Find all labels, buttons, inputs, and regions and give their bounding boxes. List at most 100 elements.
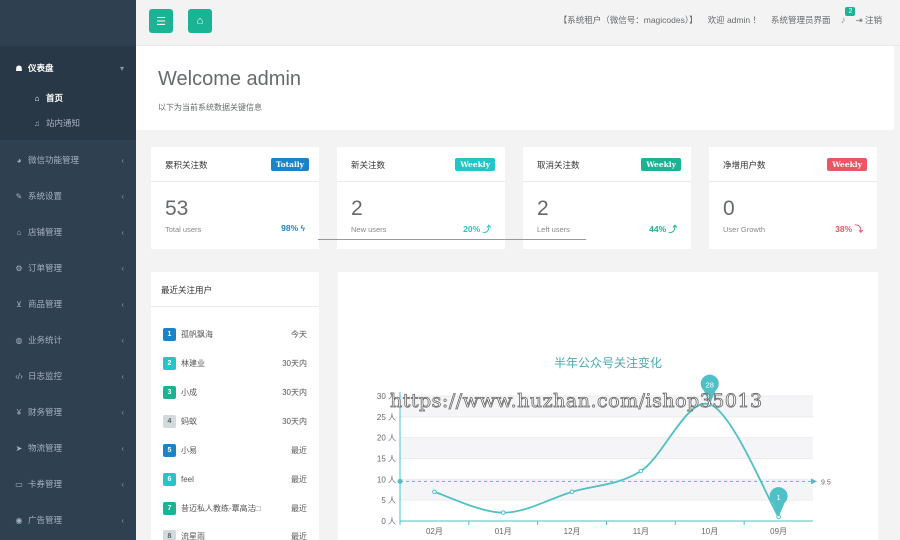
x-tick-label: 09月 (770, 527, 787, 536)
list-item[interactable]: 5 小易 最近 (163, 442, 307, 458)
dashboard-icon: ☗ (15, 63, 23, 73)
admin-link[interactable]: 系统管理员界面 (771, 14, 831, 26)
sidebar: ☗ 仪表盘 ▾ ⌂ 首页 ♫ 站内通知 ◕ 微信功能管理 ‹ ✎ 系统设置 ‹ ⌂ 店铺管… (0, 0, 136, 540)
divider (318, 239, 586, 240)
stat-label: Weekly (641, 158, 681, 171)
nav-settings[interactable]: ✎ 系统设置 ‹ (0, 186, 136, 206)
list-item[interactable]: 6 feel 最近 (163, 471, 307, 487)
nav-stats[interactable]: ◍ 业务统计 ‹ (0, 330, 136, 350)
x-tick-label: 10月 (701, 527, 718, 536)
menu-icon: ☰ (156, 15, 166, 28)
divider (523, 181, 691, 182)
stat-value: 2 (351, 197, 363, 220)
y-tick-label: 25 人 (377, 413, 396, 422)
chevron-left-icon: ‹ (121, 227, 124, 237)
chevron-left-icon: ‹ (121, 479, 124, 489)
bell-icon: ♫ (34, 118, 40, 128)
markline-label: 9.5 (821, 479, 831, 486)
watermark: https://www.huzhan.com/ishop35013 (390, 390, 763, 413)
list-item[interactable]: 7 昔迈私人教练-覃高洁□ 最近 (163, 500, 307, 516)
stat-value: 53 (165, 197, 189, 220)
stat-card-growth: 净增用户数 Weekly 0 User Growth 38% ⤵ (709, 147, 877, 249)
list-item[interactable]: 4 蚂蚁 30天内 (163, 413, 307, 429)
nav-products[interactable]: ⊻ 商品管理 ‹ (0, 294, 136, 314)
topbar: ☰ ⌂ 【系统租户（微信号：magicodes）】 欢迎 admin ！ 系统管… (136, 0, 900, 46)
panel-title: 最近关注用户 (161, 285, 213, 295)
stat-sub: New users (351, 225, 387, 234)
divider (151, 306, 319, 307)
data-point (569, 489, 575, 495)
y-tick-label: 15 人 (377, 455, 396, 464)
nav-notifications[interactable]: ♫ 站内通知 (0, 113, 136, 133)
notification-badge: 2 (845, 6, 856, 16)
chevron-down-icon: ▾ (119, 63, 124, 73)
home-icon: ⌂ (34, 93, 40, 103)
y-tick-label: 20 人 (377, 434, 396, 443)
welcome-text: 欢迎 admin ！ (707, 15, 761, 25)
divider (709, 181, 877, 182)
nav-logs[interactable]: ‹/› 日志监控 ‹ (0, 366, 136, 386)
home-button[interactable]: ⌂ (188, 9, 212, 33)
stat-sub: Left users (537, 225, 570, 234)
stat-title: 净增用户数 (723, 160, 766, 170)
bell-icon: ♪ (840, 14, 846, 26)
topbar-right: 【系统租户（微信号：magicodes）】 欢迎 admin ！ 系统管理员界面… (559, 6, 882, 26)
stat-title: 取消关注数 (537, 160, 580, 170)
stat-sub: User Growth (723, 225, 766, 234)
nav-orders[interactable]: ⚙ 订单管理 ‹ (0, 258, 136, 278)
globe-icon: ◍ (15, 335, 23, 345)
stat-title: 新关注数 (351, 160, 386, 170)
nav-finance[interactable]: ¥ 财务管理 ‹ (0, 402, 136, 422)
stat-percent: 98% ϟ (281, 223, 305, 233)
stat-card-total: 累积关注数 Totally 53 Total users 98% ϟ (151, 147, 319, 249)
list-item[interactable]: 1 孤帆飘海 今天 (163, 326, 307, 342)
nav-ads[interactable]: ◉ 广告管理 ‹ (0, 510, 136, 530)
nav-logistics[interactable]: ➤ 物流管理 ‹ (0, 438, 136, 458)
divider (337, 181, 505, 182)
chevron-left-icon: ‹ (121, 191, 124, 201)
chevron-left-icon: ‹ (121, 371, 124, 381)
stat-value: 0 (723, 197, 735, 220)
menu-toggle-button[interactable]: ☰ (149, 9, 173, 33)
nav-coupons[interactable]: ▭ 卡券管理 ‹ (0, 474, 136, 494)
stat-value: 2 (537, 197, 549, 220)
data-point (432, 489, 437, 495)
cogs-icon: ⚙ (15, 263, 23, 273)
nav-store[interactable]: ⌂ 店铺管理 ‹ (0, 222, 136, 242)
y-tick-label: 5 人 (381, 496, 396, 505)
recent-followers-panel: 最近关注用户 1 孤帆飘海 今天 2 林建业 30天内 3 小成 30天内 4 蚂蚁 30天内 … (151, 272, 319, 540)
page-title: Welcome admin (158, 68, 302, 90)
nav-wechat[interactable]: ◕ 微信功能管理 ‹ (0, 150, 136, 170)
page-subtitle: 以下为当前系统数据关键信息 (158, 103, 262, 112)
welcome-panel: Welcome admin 以下为当前系统数据关键信息 (136, 46, 894, 130)
markpoint-label: 1 (776, 493, 780, 502)
logout-link[interactable]: ⇥ 注销 (855, 14, 882, 26)
data-point (500, 510, 506, 515)
stat-card-left: 取消关注数 Weekly 2 Left users 44% ⤴ (523, 147, 691, 249)
chevron-left-icon: ‹ (121, 443, 124, 453)
ad-icon: ◉ (15, 515, 23, 525)
markpoint-pin (769, 487, 788, 517)
grid-band (400, 479, 813, 501)
card-icon: ▭ (15, 479, 23, 489)
chevron-left-icon: ‹ (121, 299, 124, 309)
wrench-icon: ✎ (15, 191, 23, 201)
list-item[interactable]: 8 流星雨 最近 (163, 528, 307, 540)
stat-title: 累积关注数 (165, 160, 208, 170)
notification-bell[interactable]: ♪ 2 (840, 6, 856, 26)
data-point (638, 468, 644, 474)
nav-dashboard[interactable]: ☗ 仪表盘 ▾ (0, 58, 136, 78)
list-item[interactable]: 2 林建业 30天内 (163, 355, 307, 371)
markline-start (397, 478, 403, 484)
store-icon: ⌂ (16, 227, 22, 237)
stat-percent: 20% ⤴ (463, 224, 491, 234)
send-icon: ➤ (15, 443, 23, 453)
stat-card-new: 新关注数 Weekly 2 New users 20% ⤴ (337, 147, 505, 249)
markline-arrow (811, 478, 817, 485)
nav-home[interactable]: ⌂ 首页 (0, 88, 136, 108)
list-item[interactable]: 3 小成 30天内 (163, 384, 307, 400)
code-icon: ‹/› (15, 371, 23, 381)
stat-sub: Total users (165, 225, 202, 234)
chevron-left-icon: ‹ (121, 263, 124, 273)
yen-icon: ¥ (16, 407, 22, 417)
